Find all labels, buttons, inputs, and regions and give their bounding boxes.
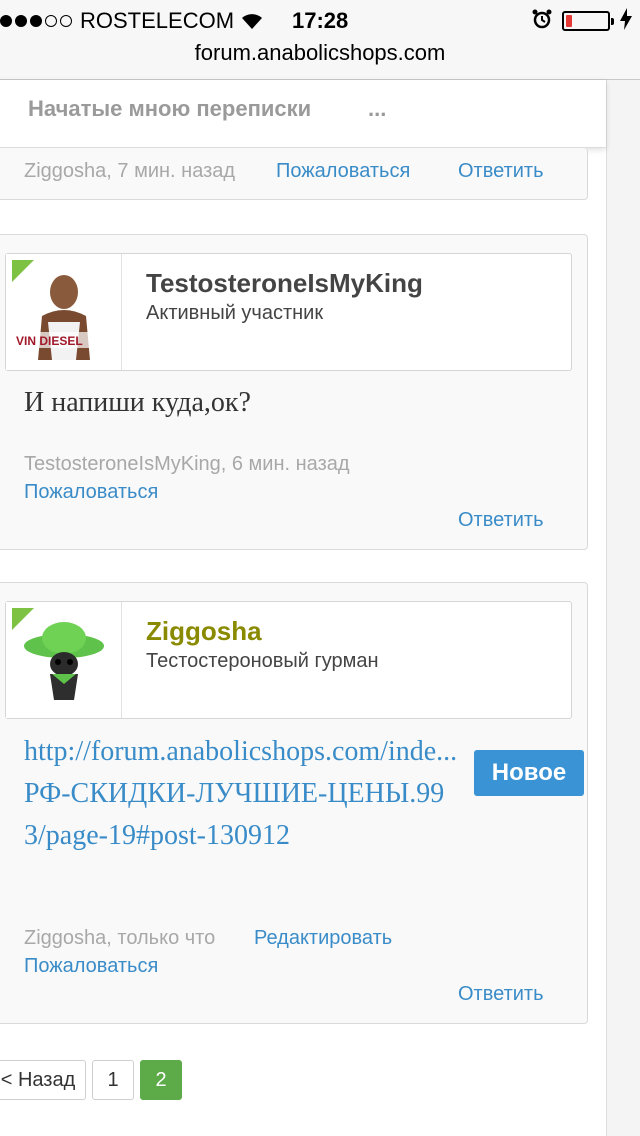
user-title: Активный участник [146, 302, 324, 324]
pagination-page-1[interactable]: 1 [92, 1060, 134, 1100]
nav-more[interactable]: ... [368, 96, 386, 122]
reply-link[interactable]: Ответить [458, 983, 544, 1006]
post-meta: TestosteroneIsMyKing, 6 мин. назад [24, 453, 350, 475]
page-right-gutter [606, 80, 640, 1136]
address-bar-url[interactable]: forum.anabolicshops.com [0, 40, 640, 66]
post-meta: Ziggosha, 7 мин. назад [24, 160, 236, 182]
browser-top-bar: ROSTELECOM 17:28 forum.anabolicshops.com [0, 0, 640, 80]
battery-level-fill [566, 15, 572, 27]
post-meta: Ziggosha, только что [24, 927, 216, 949]
new-post-badge: Новое [474, 750, 584, 796]
status-bar-right [532, 6, 632, 36]
status-bar-left: ROSTELECOM [0, 6, 270, 36]
status-time: 17:28 [292, 8, 349, 33]
pagination-page-2[interactable]: 2 [140, 1060, 182, 1100]
report-link[interactable]: Пожаловаться [276, 160, 410, 183]
post-card: Ziggosha Тестостероновый гурман http://f… [0, 582, 588, 1024]
carrier-name: ROSTELECOM [80, 8, 235, 33]
post-card: VIN DIESEL TestosteroneIsMyKing Активный… [0, 234, 588, 550]
avatar-frame[interactable]: VIN DIESEL [6, 254, 122, 370]
post-author-box: VIN DIESEL TestosteroneIsMyKing Активный… [5, 253, 572, 371]
pagination-back-button[interactable]: < Назад [0, 1060, 86, 1100]
reply-link[interactable]: Ответить [458, 160, 544, 183]
nav-my-conversations[interactable]: Начатые мною переписки [28, 96, 311, 122]
nav-header: Начатые мною переписки ... [0, 80, 606, 148]
post-username[interactable]: Ziggosha [146, 616, 262, 647]
charging-icon [620, 7, 632, 35]
report-link[interactable]: Пожаловаться [24, 481, 158, 504]
signal-strength-icon [0, 15, 72, 27]
alarm-icon [532, 9, 552, 34]
reply-link[interactable]: Ответить [458, 509, 544, 532]
report-link[interactable]: Пожаловаться [24, 955, 158, 978]
user-title: Тестостероновый гурман [146, 650, 379, 672]
edit-link[interactable]: Редактировать [254, 927, 392, 950]
battery-icon [562, 11, 614, 31]
online-indicator [12, 608, 34, 630]
online-indicator [12, 260, 34, 282]
post-message-link[interactable]: http://forum.anabolicshops.com/inde...РФ… [24, 731, 464, 857]
avatar-caption: VIN DIESEL [16, 334, 83, 348]
wifi-icon [240, 12, 264, 30]
previous-post-footer: Ziggosha, 7 мин. назад Пожаловаться Отве… [0, 148, 588, 200]
post-author-box: Ziggosha Тестостероновый гурман [5, 601, 572, 719]
post-message: И напиши куда,ок? [24, 387, 251, 418]
post-username[interactable]: TestosteroneIsMyKing [146, 268, 423, 299]
avatar-frame[interactable] [6, 602, 122, 718]
